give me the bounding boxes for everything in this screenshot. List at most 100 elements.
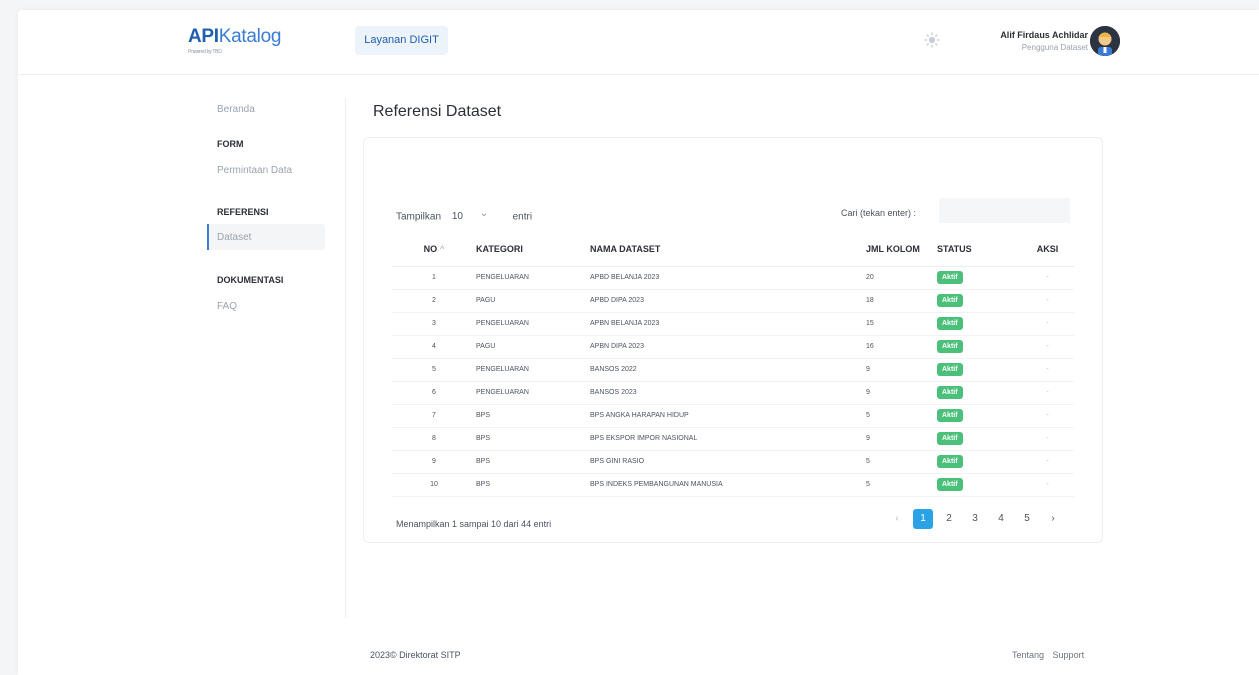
- table-header-row: NO ^ KATEGORI NAMA DATASET JML KOLOM STAT…: [392, 232, 1074, 267]
- cell-kategori: BPS: [476, 450, 590, 474]
- cell-jml: 9: [866, 358, 937, 382]
- cell-aksi: -: [1021, 404, 1074, 428]
- cell-status: Aktif: [937, 289, 1021, 313]
- cell-status: Aktif: [937, 473, 1021, 497]
- cell-kategori: PENGELUARAN: [476, 266, 590, 290]
- sidebar-item-beranda[interactable]: Beranda: [217, 104, 255, 115]
- cell-nama: BANSOS 2023: [590, 381, 866, 405]
- cell-jml: 16: [866, 335, 937, 359]
- cell-status: Aktif: [937, 404, 1021, 428]
- cell-status: Aktif: [937, 381, 1021, 405]
- status-badge: Aktif: [937, 317, 963, 330]
- cell-no: 2: [392, 289, 476, 313]
- column-header-no[interactable]: NO ^: [392, 232, 476, 267]
- sidebar-item-dataset[interactable]: Dataset: [217, 232, 251, 243]
- table-row: 5 PENGELUARAN BANSOS 2022 9 Aktif -: [392, 358, 1074, 382]
- cell-jml: 5: [866, 473, 937, 497]
- cell-kategori: BPS: [476, 427, 590, 451]
- table-row: 8 BPS BPS EKSPOR IMPOR NASIONAL 9 Aktif -: [392, 427, 1074, 451]
- service-button[interactable]: Layanan DIGIT: [355, 26, 448, 55]
- pagination-page-4[interactable]: 4: [991, 509, 1011, 529]
- cell-jml: 9: [866, 427, 937, 451]
- sun-icon[interactable]: [924, 32, 940, 48]
- cell-status: Aktif: [937, 450, 1021, 474]
- sidebar-heading-form: FORM: [217, 139, 244, 149]
- sort-asc-icon: ^: [440, 243, 445, 254]
- pagination-next-button[interactable]: ›: [1043, 509, 1063, 529]
- cell-no: 8: [392, 427, 476, 451]
- cell-kategori: PENGELUARAN: [476, 312, 590, 336]
- table-row: 7 BPS BPS ANGKA HARAPAN HIDUP 5 Aktif -: [392, 404, 1074, 428]
- column-header-nama[interactable]: NAMA DATASET: [590, 232, 866, 267]
- pagination-prev-button[interactable]: ‹: [887, 509, 907, 529]
- search-label: Cari (tekan enter) :: [841, 208, 917, 218]
- page-size-control: Tampilkan 10 ⌄ entri: [396, 208, 532, 226]
- cell-aksi: -: [1021, 289, 1074, 313]
- cell-nama: APBD DIPA 2023: [590, 289, 866, 313]
- sidebar-divider: [345, 98, 346, 618]
- cell-aksi: -: [1021, 266, 1074, 290]
- table-row: 1 PENGELUARAN APBD BELANJA 2023 20 Aktif -: [392, 266, 1074, 290]
- footer-link-tentang[interactable]: Tentang: [1012, 650, 1044, 660]
- cell-jml: 5: [866, 450, 937, 474]
- cell-jml: 5: [866, 404, 937, 428]
- logo-katalog-text: Katalog: [218, 26, 282, 47]
- avatar[interactable]: [1090, 26, 1120, 56]
- column-header-kategori[interactable]: KATEGORI: [476, 232, 590, 267]
- table-row: 9 BPS BPS GINI RASIO 5 Aktif -: [392, 450, 1074, 474]
- cell-nama: APBN BELANJA 2023: [590, 312, 866, 336]
- cell-status: Aktif: [937, 312, 1021, 336]
- cell-jml: 18: [866, 289, 937, 313]
- cell-no: 4: [392, 335, 476, 359]
- table-row: 4 PAGU APBN DIPA 2023 16 Aktif -: [392, 335, 1074, 359]
- cell-no: 7: [392, 404, 476, 428]
- cell-nama: APBD BELANJA 2023: [590, 266, 866, 290]
- cell-nama: BPS ANGKA HARAPAN HIDUP: [590, 404, 866, 428]
- pagination-page-1[interactable]: 1: [913, 509, 933, 529]
- sidebar-item-faq[interactable]: FAQ: [217, 301, 237, 312]
- cell-status: Aktif: [937, 427, 1021, 451]
- cell-no: 9: [392, 450, 476, 474]
- cell-no: 5: [392, 358, 476, 382]
- column-header-jml[interactable]: JML KOLOM: [866, 232, 937, 267]
- cell-aksi: -: [1021, 312, 1074, 336]
- cell-kategori: BPS: [476, 404, 590, 428]
- table-row: 2 PAGU APBD DIPA 2023 18 Aktif -: [392, 289, 1074, 313]
- footer-copyright: 2023© Direktorat SITP: [370, 650, 461, 660]
- status-badge: Aktif: [937, 363, 963, 376]
- cell-aksi: -: [1021, 450, 1074, 474]
- footer-link-support[interactable]: Support: [1053, 650, 1085, 660]
- cell-kategori: PENGELUARAN: [476, 358, 590, 382]
- page-size-select[interactable]: 10 ⌄: [448, 208, 506, 226]
- table-row: 3 PENGELUARAN APBN BELANJA 2023 15 Aktif -: [392, 312, 1074, 336]
- page-title: Referensi Dataset: [373, 103, 502, 120]
- column-header-status[interactable]: STATUS: [937, 232, 1021, 267]
- cell-nama: BPS EKSPOR IMPOR NASIONAL: [590, 427, 866, 451]
- pagination-page-2[interactable]: 2: [939, 509, 959, 529]
- cell-aksi: -: [1021, 427, 1074, 451]
- cell-status: Aktif: [937, 358, 1021, 382]
- show-label: Tampilkan: [396, 211, 442, 223]
- status-badge: Aktif: [937, 271, 963, 284]
- pagination-page-5[interactable]: 5: [1017, 509, 1037, 529]
- status-badge: Aktif: [937, 409, 963, 422]
- cell-kategori: BPS: [476, 473, 590, 497]
- search-input[interactable]: [939, 198, 1070, 223]
- pagination-page-3[interactable]: 3: [965, 509, 985, 529]
- table-row: 10 BPS BPS INDEKS PEMBANGUNAN MANUSIA 5 Akti…: [392, 473, 1074, 497]
- app-logo[interactable]: APIKatalog Powered by TBD: [188, 26, 282, 55]
- table-row: 6 PENGELUARAN BANSOS 2023 9 Aktif -: [392, 381, 1074, 405]
- cell-aksi: -: [1021, 358, 1074, 382]
- logo-api-text: API: [188, 26, 219, 47]
- top-navbar: APIKatalog Powered by TBD Layanan DIGIT …: [18, 10, 1259, 75]
- status-badge: Aktif: [937, 478, 963, 491]
- column-no-label: NO: [423, 243, 438, 254]
- cell-no: 3: [392, 312, 476, 336]
- page-size-value: 10: [451, 211, 463, 222]
- sidebar-item-permintaan-data[interactable]: Permintaan Data: [217, 165, 292, 176]
- status-badge: Aktif: [937, 340, 963, 353]
- table-body: 1 PENGELUARAN APBD BELANJA 2023 20 Aktif - 2P…: [392, 266, 1074, 497]
- cell-no: 6: [392, 381, 476, 405]
- cell-aksi: -: [1021, 473, 1074, 497]
- user-name[interactable]: Alif Firdaus Achlidar: [1000, 30, 1088, 40]
